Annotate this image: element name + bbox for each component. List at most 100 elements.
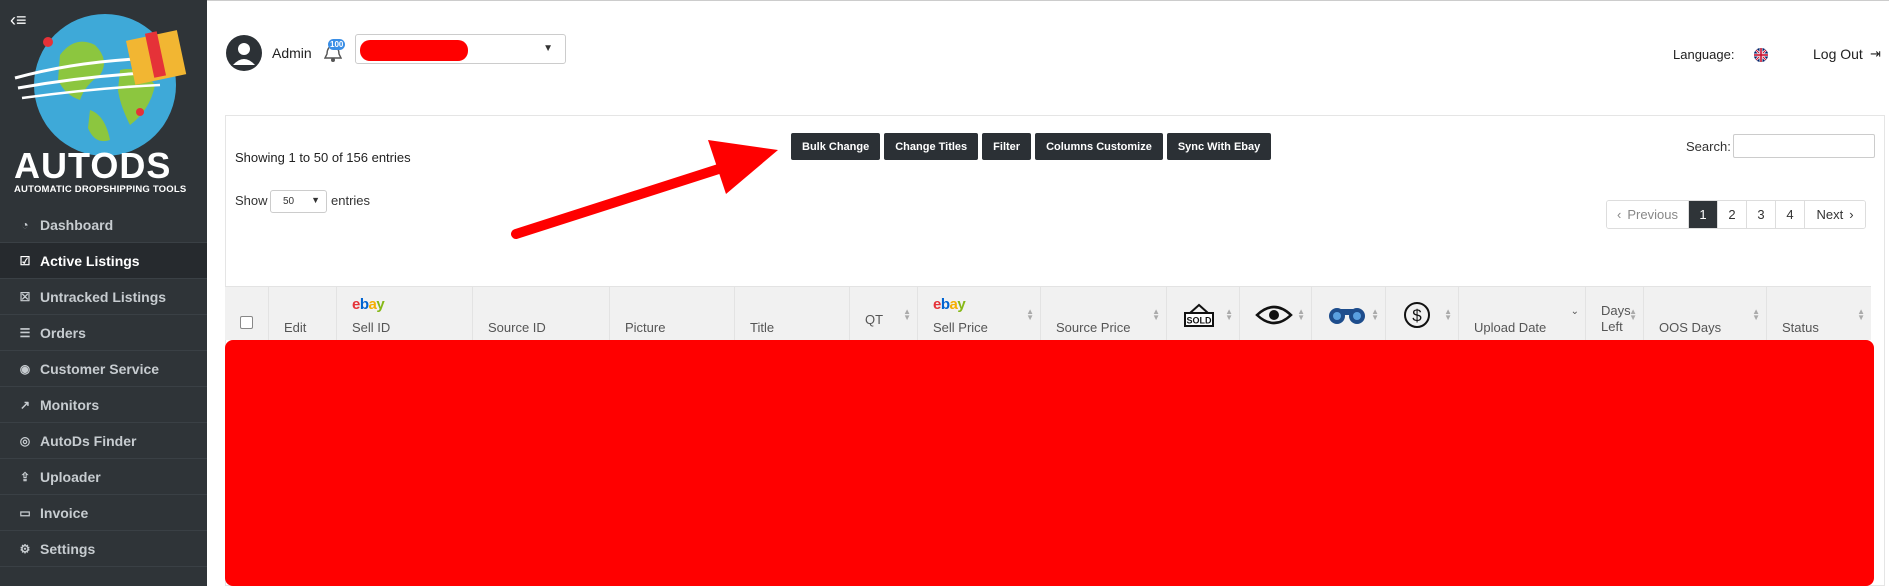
col-status-label: Status [1782, 320, 1819, 335]
filter-button[interactable]: Filter [982, 133, 1032, 160]
table-header: Edit ebay Sell ID Source ID Picture Titl… [225, 286, 1871, 341]
sort-icon: ▲ ▼ [1297, 307, 1305, 322]
sidebar-item-orders[interactable]: ☰ Orders [0, 315, 207, 351]
sidebar-item-monitors[interactable]: ↗ Monitors [0, 387, 207, 423]
col-qt-label: QT [865, 312, 884, 327]
logout-link[interactable]: Log Out [1813, 46, 1863, 62]
col-oos-days[interactable]: OOS Days ▲ ▼ [1643, 287, 1766, 341]
sidebar-item-label: Active Listings [40, 252, 140, 269]
uk-flag-icon[interactable] [1754, 48, 1768, 62]
col-source-id-label: Source ID [488, 320, 546, 335]
col-days-left[interactable]: Days Left ▲ ▼ [1585, 287, 1643, 341]
target-icon: ◎ [19, 433, 31, 448]
change-titles-button[interactable]: Change Titles [884, 133, 979, 160]
sidebar-item-label: Monitors [40, 396, 100, 413]
sidebar-nav: ◔ Dashboard ☑ Active Listings ☒ Untracke… [0, 207, 207, 567]
calendar-x-icon: ☒ [19, 289, 31, 304]
col-picture-label: Picture [625, 320, 666, 335]
sync-with-ebay-button[interactable]: Sync With Ebay [1166, 133, 1272, 160]
collapse-sidebar-icon[interactable]: ‹≡ [10, 10, 36, 30]
col-upload-date[interactable]: Upload Date ⌄ [1458, 287, 1585, 341]
sort-icon: ▲ ▼ [1225, 307, 1233, 322]
dashboard-icon: ◔ [21, 217, 29, 232]
pagination: ‹ Previous 1 2 3 4 Next › [1606, 200, 1866, 229]
sidebar-item-uploader[interactable]: ⇪ Uploader [0, 459, 207, 495]
dollar-icon: $ [1404, 302, 1430, 328]
caret-down-icon: ▼ [311, 195, 320, 205]
avatar[interactable] [226, 35, 262, 71]
calendar-check-icon: ☑ [19, 253, 31, 268]
sidebar-item-label: Uploader [40, 468, 101, 485]
sidebar-item-invoice[interactable]: ▭ Invoice [0, 495, 207, 531]
columns-customize-button[interactable]: Columns Customize [1035, 133, 1163, 160]
logout-icon[interactable]: ⇥ [1870, 46, 1881, 62]
show-label: Show [235, 193, 268, 208]
previous-label: Previous [1627, 207, 1678, 222]
sidebar-item-customer-service[interactable]: ◉ Customer Service [0, 351, 207, 387]
sidebar-item-label: Dashboard [40, 216, 114, 233]
col-oos-days-label: OOS Days [1659, 320, 1722, 335]
binoculars-icon [1329, 308, 1365, 324]
col-select-all [225, 287, 268, 341]
col-sell-id-label: Sell ID [352, 320, 391, 335]
uk-flag-graphic [1754, 48, 1768, 62]
col-source-id[interactable]: Source ID [472, 287, 609, 341]
col-title[interactable]: Title [734, 287, 849, 341]
sort-icon: ▲ ▼ [1629, 307, 1637, 322]
col-sell-price[interactable]: ebay Sell Price ▲ ▼ [917, 287, 1040, 341]
logo-wordmark: AUTODS [14, 145, 172, 186]
sidebar-item-label: AutoDs Finder [40, 432, 137, 449]
pagination-page-2[interactable]: 2 [1718, 201, 1747, 228]
entries-info: Showing 1 to 50 of 156 entries [235, 150, 411, 165]
col-qt[interactable]: QT ▲ ▼ [849, 287, 917, 341]
col-source-price-label: Source Price [1056, 320, 1131, 335]
col-sell-id[interactable]: ebay Sell ID [336, 287, 472, 341]
col-days-left-label: Days Left [1601, 303, 1631, 335]
select-all-checkbox[interactable] [240, 316, 253, 329]
gear-icon: ⚙ [19, 541, 31, 556]
upload-icon: ⇪ [19, 469, 31, 484]
user-icon [233, 43, 255, 65]
credit-card-icon: ▭ [19, 505, 31, 520]
sold-icon-text: SOLD [1186, 316, 1212, 326]
bulk-change-button[interactable]: Bulk Change [791, 133, 881, 160]
sidebar-item-active-listings[interactable]: ☑ Active Listings [0, 243, 207, 279]
col-status[interactable]: Status ▲ ▼ [1766, 287, 1871, 341]
pagination-page-1[interactable]: 1 [1689, 201, 1718, 228]
sort-icon: ▲ ▼ [1152, 307, 1160, 322]
search-label: Search: [1686, 139, 1731, 154]
entries-label: entries [331, 193, 371, 208]
autods-logo[interactable]: AUTODS AUTOMATIC DROPSHIPPING TOOLS [0, 0, 207, 205]
sort-icon: ▲ ▼ [1857, 307, 1865, 322]
store-selector[interactable]: ▼ [355, 34, 566, 64]
pagination-previous[interactable]: ‹ Previous [1607, 201, 1689, 228]
col-views[interactable]: ▲ ▼ [1239, 287, 1311, 341]
days-left-line-1: Days [1601, 303, 1631, 318]
col-profit[interactable]: $ ▲ ▼ [1385, 287, 1458, 341]
sidebar-item-dashboard[interactable]: ◔ Dashboard [0, 207, 207, 243]
pagination-page-3[interactable]: 3 [1747, 201, 1776, 228]
language-label: Language: [1673, 47, 1735, 62]
days-left-line-2: Left [1601, 319, 1623, 334]
search-input[interactable] [1733, 134, 1875, 158]
logo-tagline: AUTOMATIC DROPSHIPPING TOOLS [14, 184, 187, 195]
sidebar-item-label: Customer Service [40, 360, 160, 377]
sort-icon: ▲ ▼ [903, 307, 911, 322]
sidebar-item-autods-finder[interactable]: ◎ AutoDs Finder [0, 423, 207, 459]
eye-icon [1255, 305, 1293, 325]
sort-icon: ▲ ▼ [1371, 307, 1379, 322]
col-title-label: Title [750, 320, 775, 335]
sidebar-item-untracked-listings[interactable]: ☒ Untracked Listings [0, 279, 207, 315]
col-source-price[interactable]: Source Price ▲ ▼ [1040, 287, 1166, 341]
pagination-next[interactable]: Next › [1805, 201, 1865, 228]
col-edit-label: Edit [284, 320, 307, 335]
sidebar-item-settings[interactable]: ⚙ Settings [0, 531, 207, 567]
col-sold[interactable]: SOLD ▲ ▼ [1166, 287, 1239, 341]
col-watchers[interactable]: ▲ ▼ [1311, 287, 1385, 341]
page-size-select[interactable]: 50 ▼ [270, 190, 327, 213]
col-edit[interactable]: Edit [268, 287, 336, 341]
user-name: Admin [272, 45, 312, 61]
user-circle-icon: ◉ [19, 361, 31, 376]
col-picture[interactable]: Picture [609, 287, 734, 341]
pagination-page-4[interactable]: 4 [1776, 201, 1805, 228]
